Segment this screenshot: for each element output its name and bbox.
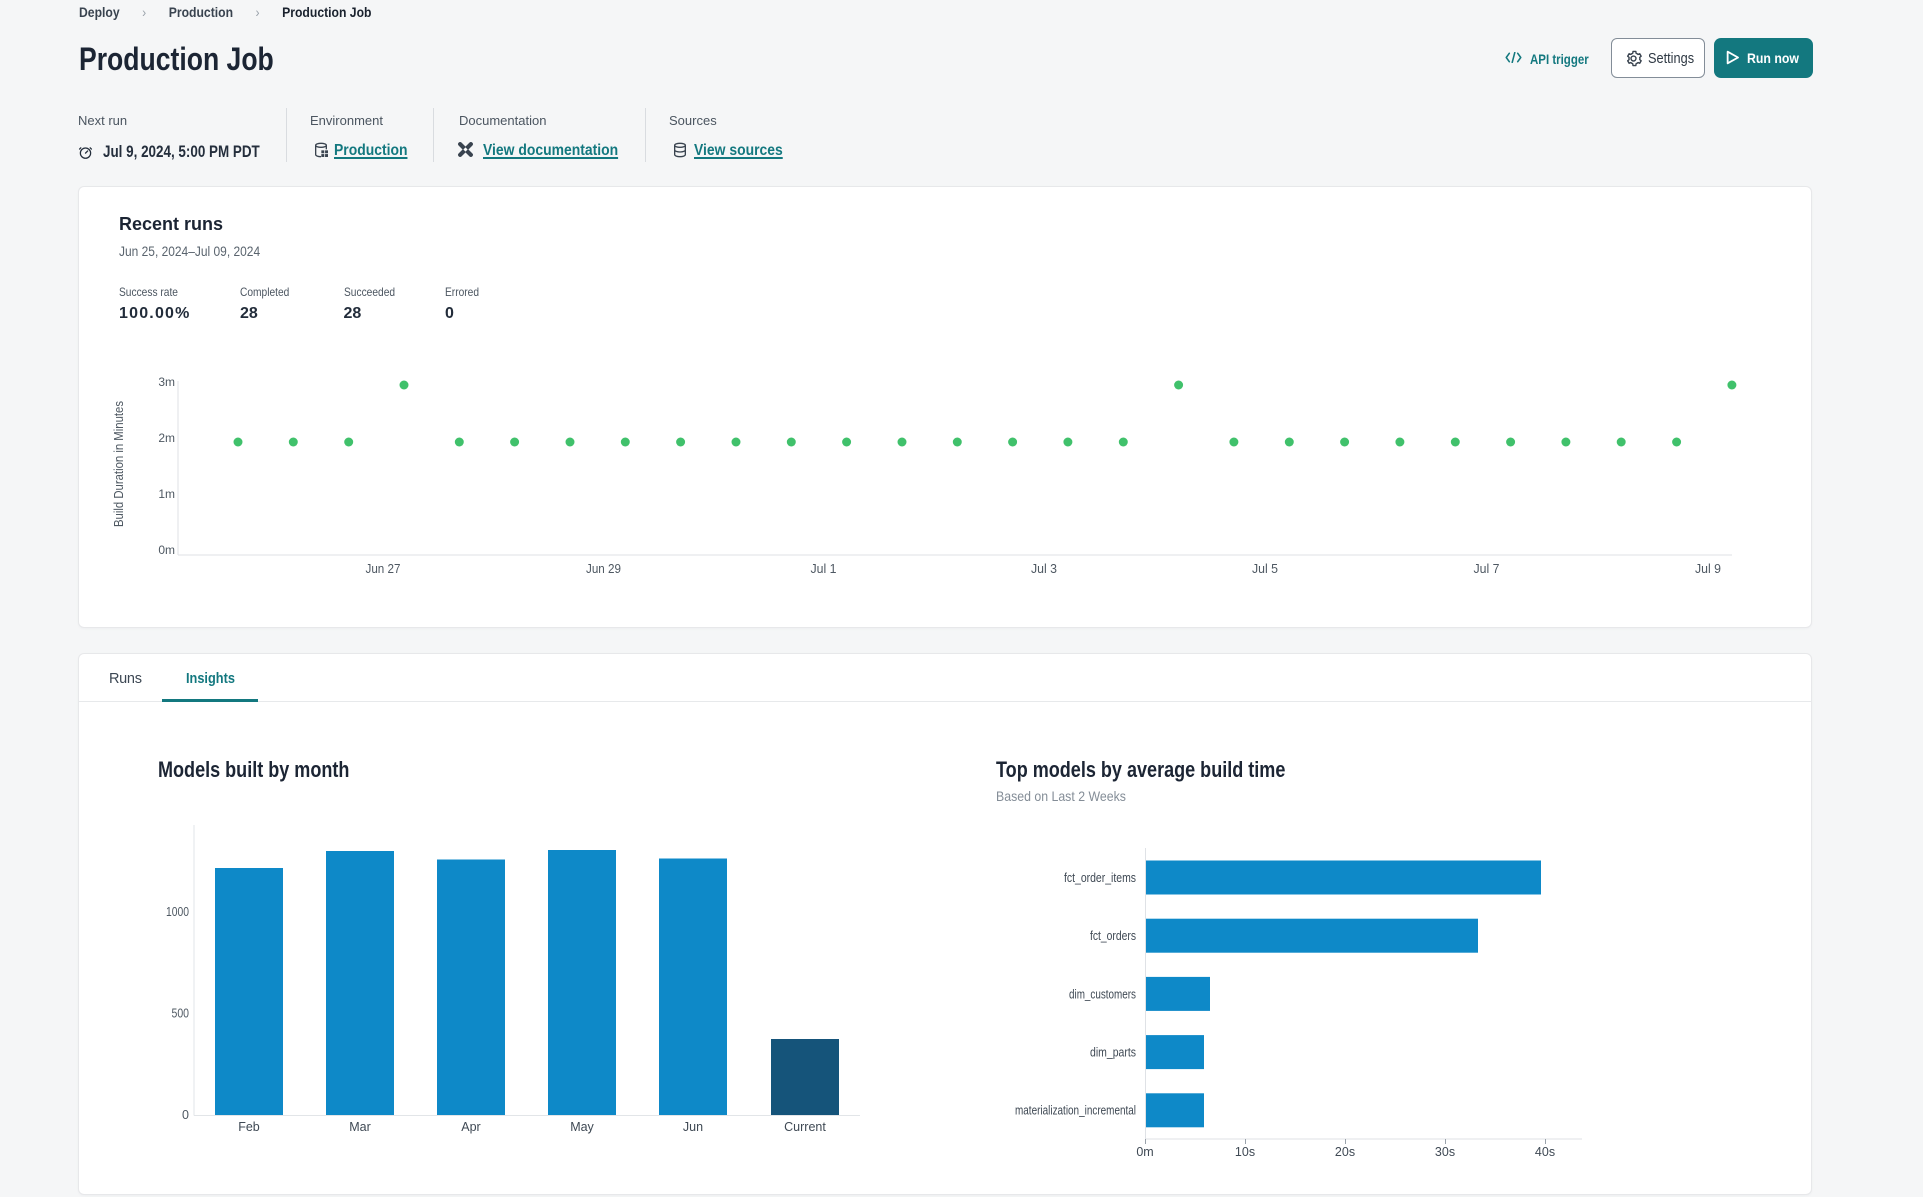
svg-text:40s: 40s bbox=[1535, 1145, 1555, 1159]
svg-text:1000: 1000 bbox=[166, 905, 189, 919]
svg-text:0m: 0m bbox=[1136, 1145, 1153, 1159]
svg-text:Feb: Feb bbox=[238, 1120, 260, 1134]
svg-text:dim_customers: dim_customers bbox=[1069, 987, 1136, 1001]
svg-text:Jun: Jun bbox=[683, 1120, 703, 1134]
svg-text:fct_orders: fct_orders bbox=[1090, 929, 1136, 943]
svg-text:Apr: Apr bbox=[461, 1120, 480, 1134]
svg-text:Current: Current bbox=[784, 1120, 826, 1134]
svg-text:0: 0 bbox=[182, 1108, 189, 1122]
svg-text:500: 500 bbox=[172, 1007, 190, 1021]
svg-text:materialization_incremental: materialization_incremental bbox=[1015, 1104, 1136, 1118]
svg-text:20s: 20s bbox=[1335, 1145, 1355, 1159]
svg-text:May: May bbox=[570, 1120, 594, 1134]
svg-text:fct_order_items: fct_order_items bbox=[1064, 871, 1136, 885]
svg-text:10s: 10s bbox=[1235, 1145, 1255, 1159]
svg-text:dim_parts: dim_parts bbox=[1090, 1046, 1136, 1060]
svg-text:30s: 30s bbox=[1435, 1145, 1455, 1159]
svg-text:Mar: Mar bbox=[349, 1120, 371, 1134]
